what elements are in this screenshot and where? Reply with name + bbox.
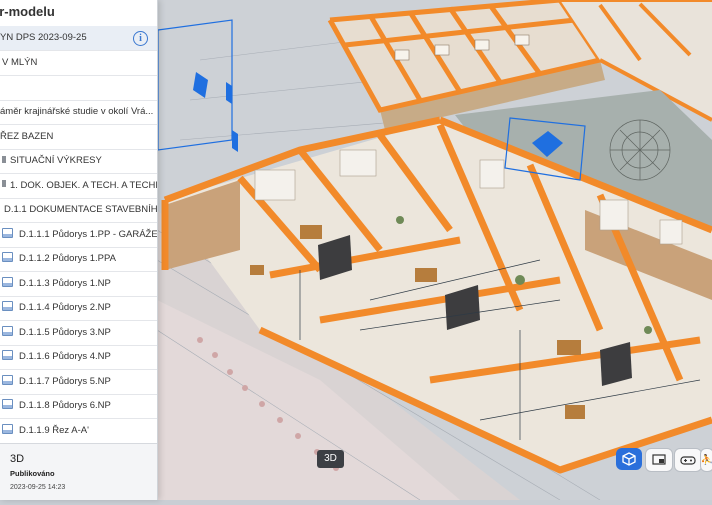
tree-item[interactable]: D.1.1.5 Půdorys 3.NP [0,321,157,346]
detail-title: 3D [10,453,25,465]
drawing-file-icon [2,325,13,336]
tree-item-label: áměr krajinářské studie v okolí Vrá... [0,106,154,117]
view-mode-badge[interactable]: 3D [317,450,344,468]
selected-model-item[interactable]: YN DPS 2023-09-25 i [0,26,157,51]
tree-item-label: D.1.1.6 Půdorys 4.NP [19,351,111,362]
tree-item[interactable]: D.1.1.4 Půdorys 2.NP [0,296,157,321]
tree-item-label: D.1.1.8 Půdorys 6.NP [19,400,111,411]
gamepad-icon [680,456,696,465]
tree-item[interactable]: V MLÝN [0,51,157,76]
screen-icon [652,454,666,465]
tree-item[interactable] [0,76,157,101]
project-sidebar: er-modelu YN DPS 2023-09-25 i V MLÝN áměr… [0,0,158,500]
tree-item-label: V MLÝN [2,57,38,68]
drawing-file-icon [2,399,13,410]
selected-model-label: YN DPS 2023-09-25 [0,32,87,43]
tree-item[interactable]: áměr krajinářské studie v okolí Vrá... [0,100,157,125]
tree-item-label: ŘEZ BAZEN [0,130,54,142]
tree-item-label: D.1.1.2 Půdorys 1.PPA [19,253,116,264]
drawing-file-icon [2,276,13,287]
info-icon[interactable]: i [133,31,148,46]
gamepad-button[interactable] [674,448,702,472]
tree-item[interactable]: ŘEZ BAZEN [0,125,157,150]
tree-item-label: SITUAČNÍ VÝKRESY [10,155,102,166]
tree-item[interactable]: D.1.1.3 Půdorys 1.NP [0,272,157,297]
tree-item[interactable]: D.1.1.1 Půdorys 1.PP - GARÁŽE [0,223,158,248]
drawing-file-icon [2,252,13,263]
drawing-file-icon [2,423,13,434]
view-cube-button[interactable] [616,448,642,470]
drawing-file-icon [2,374,13,385]
sidebar-title: er-modelu [0,4,55,19]
tree-item-label: D.1.1.5 Půdorys 3.NP [19,326,111,338]
tree-item[interactable]: D.1.1 DOKUMENTACE STAVEBNÍH... [0,198,158,223]
tree-item[interactable]: D.1.1.7 Půdorys 5.NP [0,370,157,395]
tree-item[interactable]: D.1.1.8 Půdorys 6.NP [0,394,157,419]
drawing-file-icon [2,301,13,312]
tree-item[interactable]: 1. DOK. OBJEK. A TECH. A TECHNO... [0,174,157,199]
tree-item-label: D.1.1 DOKUMENTACE STAVEBNÍH... [4,204,158,215]
status-badge: Publikováno [10,469,55,478]
tree-item[interactable]: D.1.1.9 Řez A-A' [0,419,157,444]
tree-item-label: D.1.1.3 Půdorys 1.NP [19,277,111,289]
tree-item[interactable]: SITUAČNÍ VÝKRESY [0,149,157,174]
publish-date: 2023-09-25 14:23 [10,484,66,491]
folder-icon [2,180,6,188]
tree-item[interactable]: D.1.1.2 Půdorys 1.PPA [0,247,157,272]
tree-item-label: D.1.1.7 Půdorys 5.NP [19,375,111,387]
drawing-file-icon [2,227,13,238]
view-cube-icon [622,452,636,466]
detail-panel: 3D Publikováno 2023-09-25 14:23 [0,443,157,500]
tree-item-label: 1. DOK. OBJEK. A TECH. A TECHNO... [10,179,157,191]
walk-icon: ⛹ [700,454,712,466]
tree-item-label: D.1.1.1 Půdorys 1.PP - GARÁŽE [19,228,158,240]
tree-item-label: D.1.1.9 Řez A-A' [19,424,89,436]
drawing-file-icon [2,350,13,361]
tree-item-label: D.1.1.4 Půdorys 2.NP [19,302,111,313]
tree-item[interactable]: D.1.1.6 Půdorys 4.NP [0,345,157,370]
folder-icon [2,155,6,163]
screen-button[interactable] [645,448,673,472]
walk-button[interactable]: ⛹ [700,448,712,472]
